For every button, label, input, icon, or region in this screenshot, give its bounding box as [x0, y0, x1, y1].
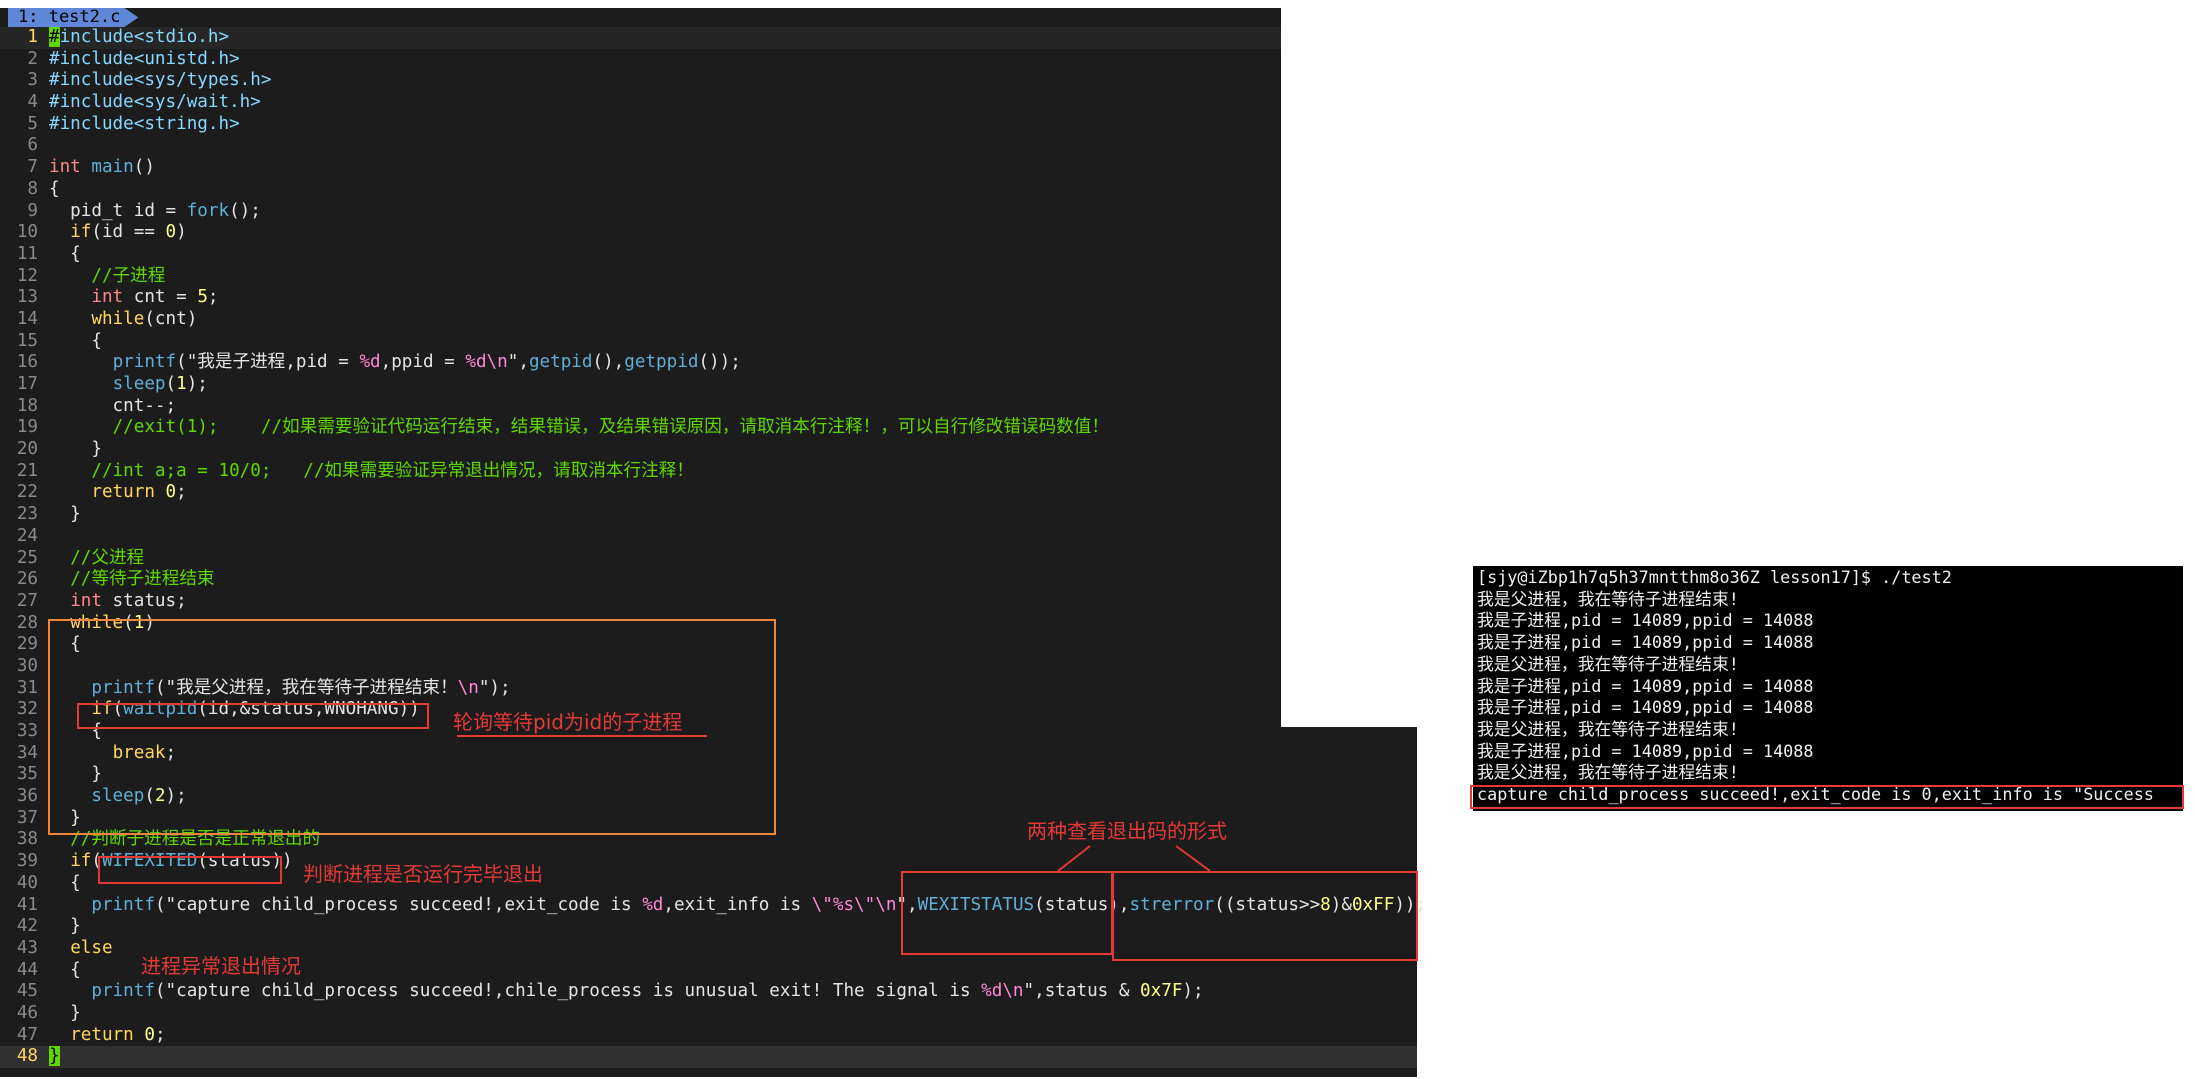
connector-right	[1175, 845, 1211, 872]
annotation-connectors	[1057, 845, 1211, 872]
connector-left	[1057, 845, 1091, 872]
